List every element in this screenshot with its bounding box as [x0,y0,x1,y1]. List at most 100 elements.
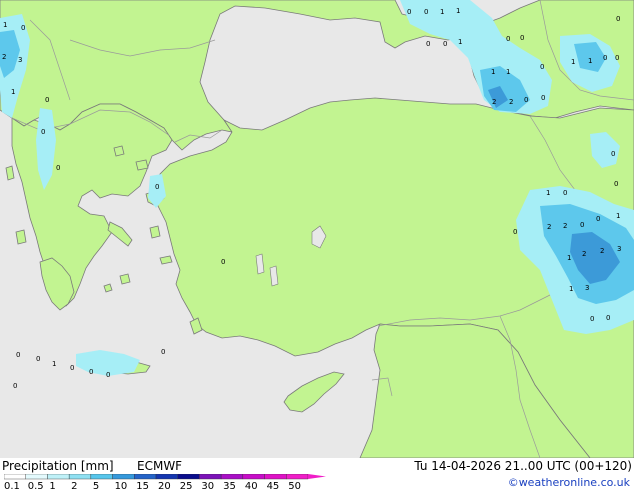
precip-label-1: 0 [21,24,25,32]
precip-label-21: 0 [540,63,544,71]
precip-label-32: 0 [614,180,618,188]
precip-label-9: 0 [221,258,225,266]
cyclades-paros [103,283,113,293]
scale-swatch-0 [4,474,26,480]
scale-swatch-2 [47,474,70,480]
precip-label-47: 0 [590,315,594,323]
precip-label-25: 0 [541,94,545,102]
scale-swatch-5 [112,474,135,480]
model-name: ECMWF [137,459,183,473]
precip-label-48: 0 [606,314,610,322]
precip-label-20: 1 [506,68,510,76]
map-canvas: 1 0 2 3 1 0 0 0 0 0 0 0 1 1 0 0 1 0 0 1 1 0 2 2 0 0 0 1 1 0 0 0 0 1 0 0 2 2 0 0… [0,0,634,458]
precip-label-7: 0 [56,164,60,172]
precip-label-40: 1 [616,212,620,220]
credit-link[interactable]: ©weatheronline.co.uk [508,476,630,489]
precip-label-51: 1 [52,360,56,368]
scale-swatch-4 [90,474,113,480]
precip-label-53: 0 [89,368,93,376]
precip-label-5: 0 [45,96,49,104]
precip-label-23: 2 [509,98,513,106]
precip-label-22: 2 [492,98,496,106]
precip-label-3: 3 [18,56,22,64]
precip-label-15: 0 [443,40,447,48]
scale-swatch-1 [25,474,48,480]
scale-label-13: 50 [288,481,301,490]
scale-label-5: 10 [115,481,128,490]
precip-label-4: 1 [11,88,15,96]
chios [149,225,161,239]
precip-label-49: 0 [16,351,20,359]
precip-label-13: 1 [456,7,460,15]
precip-label-42: 2 [582,250,586,258]
precip-label-46: 3 [585,284,589,292]
precip-label-12: 1 [440,8,444,16]
precip-label-43: 2 [600,247,604,255]
scale-label-4: 5 [93,481,99,490]
precip-label-39: 0 [596,215,600,223]
precip-label-34: 0 [563,189,567,197]
color-scale: 0.1 0.5 1 2 5 10 15 20 25 30 35 40 45 50 [4,474,326,490]
scale-label-11: 40 [245,481,258,490]
precip-label-2: 2 [2,53,6,61]
precip-label-50: 0 [36,355,40,363]
precip-label-33: 1 [546,189,550,197]
cyclades-naxos [119,273,131,285]
legend-title: Precipitation [mm] [2,459,114,473]
scale-label-6: 15 [136,481,149,490]
scale-swatch-12 [264,474,287,480]
precip-label-14: 0 [426,40,430,48]
precip-label-10: 0 [407,8,411,16]
scale-swatch-7 [155,474,178,480]
scale-swatch-3 [68,474,92,480]
precip-label-38: 0 [580,221,584,229]
precip-label-55: 0 [161,348,165,356]
scale-label-7: 20 [158,481,171,490]
precip-label-45: 1 [569,285,573,293]
precip-label-8: 0 [155,183,159,191]
precip-label-16: 1 [458,38,462,46]
precip-label-28: 1 [588,57,592,65]
scale-swatch-6 [134,474,157,480]
scale-label-10: 35 [223,481,236,490]
precip-label-11: 0 [424,8,428,16]
precip-label-41: 1 [567,254,571,262]
precip-label-30: 0 [615,54,619,62]
forecast-datetime: Tu 14-04-2026 21..00 UTC (00+120) [414,459,632,473]
scale-swatch-9 [199,474,222,480]
scale-swatch-8 [177,474,200,480]
scale-label-1: 0.5 [28,481,44,490]
scale-label-8: 25 [180,481,193,490]
scale-swatch-11 [242,474,265,480]
thasos [113,145,125,157]
precip-label-35: 0 [513,228,517,236]
kefalonia [15,229,27,245]
precip-label-24: 0 [524,96,528,104]
scale-swatch-10 [220,474,244,480]
precip-label-26: 0 [616,15,620,23]
precip-label-56: 0 [13,382,17,390]
precip-label-54: 0 [106,371,110,379]
scale-label-2: 1 [49,481,55,490]
scale-label-0: 0.1 [4,481,20,490]
scale-label-3: 2 [71,481,77,490]
scale-label-9: 30 [201,481,214,490]
precip-label-0: 1 [3,21,7,29]
scale-label-12: 45 [267,481,280,490]
precip-label-19: 1 [491,68,495,76]
legend-bar: Precipitation [mm] ECMWF Tu 14-04-2026 2… [0,458,634,490]
precip-label-36: 2 [547,223,551,231]
precip-label-37: 2 [563,222,567,230]
precip-label-44: 3 [617,245,621,253]
precip-label-31: 0 [611,150,615,158]
lemnos [135,159,149,171]
precip-label-18: 0 [520,34,524,42]
precip-label-29: 0 [603,54,607,62]
precip-label-17: 0 [506,35,510,43]
precip-label-52: 0 [70,364,74,372]
precip-label-6: 0 [41,128,45,136]
scale-arrow [308,474,326,479]
precip-label-27: 1 [571,58,575,66]
precipitation-map[interactable]: 1 0 2 3 1 0 0 0 0 0 0 0 1 1 0 0 1 0 0 1 1 0 2 2 0 0 0 1 1 0 0 0 0 1 0 0 2 2 0 0… [0,0,634,458]
scale-swatch-13 [286,474,309,480]
